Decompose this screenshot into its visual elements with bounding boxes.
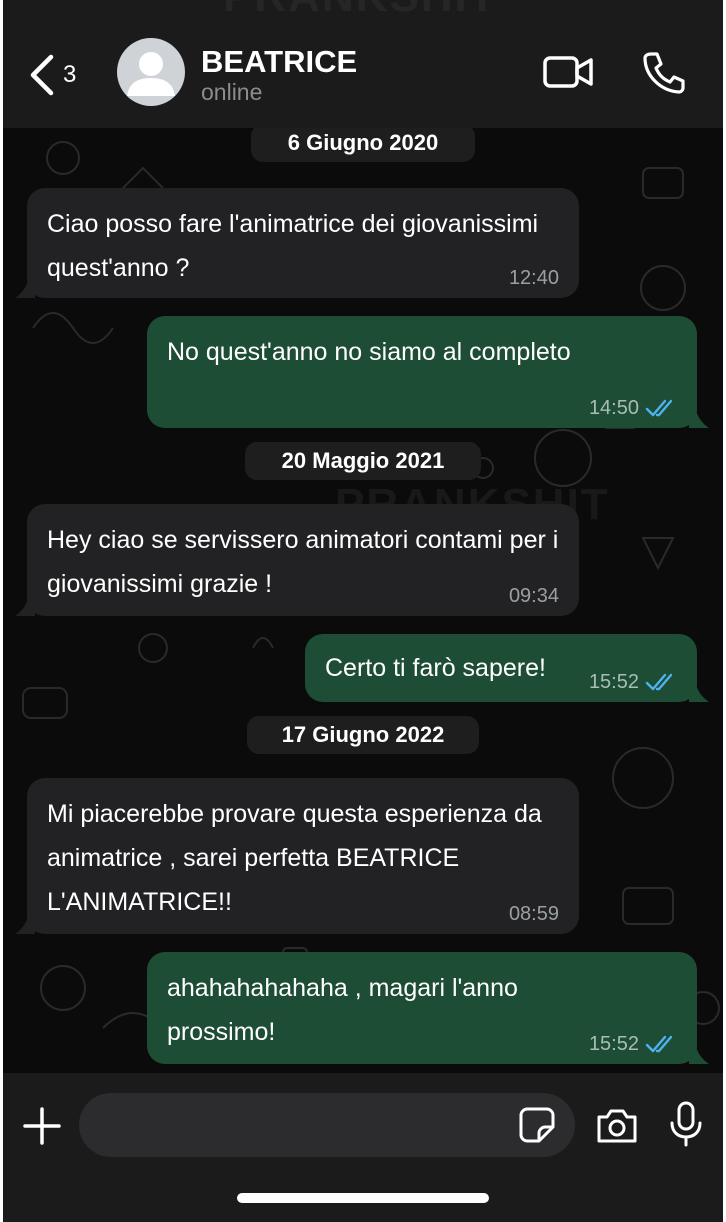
message-time: 15:52 <box>588 671 639 693</box>
unread-count: 3 <box>63 61 77 88</box>
back-button[interactable]: 3 <box>27 50 97 100</box>
incoming-message[interactable]: Mi piacerebbe provare questa esperienza … <box>15 778 579 934</box>
video-call-icon[interactable] <box>543 52 595 92</box>
contact-status: online <box>201 79 263 105</box>
outgoing-message[interactable]: Certo ti farò sapere! 15:52 <box>305 634 709 702</box>
contact-name[interactable]: BEATRICE <box>201 44 357 80</box>
message-time: 15:52 <box>588 1033 639 1055</box>
message-time: 12:40 <box>508 267 559 289</box>
double-check-icon <box>645 1035 673 1053</box>
message-time: 14:50 <box>588 397 639 419</box>
message-time: 08:59 <box>508 903 559 925</box>
sticker-icon[interactable] <box>519 1107 555 1143</box>
message-input[interactable] <box>79 1093 575 1157</box>
chat-header: PRANKSHIT 3 BEATRICE online <box>3 0 723 128</box>
home-indicator[interactable] <box>237 1193 489 1203</box>
message-list[interactable]: PRANKSHIT 6 Giugno 2020 Ciao posso fare … <box>3 128 723 1073</box>
message-text: Certo ti farò sapere! <box>325 654 546 682</box>
watermark: PRANKSHIT <box>223 0 498 22</box>
date-separator: 17 Giugno 2022 <box>247 716 479 754</box>
message-text: Hey ciao se servissero animatori contami… <box>47 526 559 598</box>
camera-icon[interactable] <box>595 1107 639 1145</box>
message-text: ahahahahahaha , magari l'anno prossimo! <box>167 974 518 1046</box>
outgoing-message[interactable]: No quest'anno no siamo al completo 14:50 <box>147 316 709 428</box>
message-time: 09:34 <box>508 585 559 607</box>
chevron-left-icon <box>30 54 54 96</box>
double-check-icon <box>645 673 673 691</box>
phone-icon[interactable] <box>641 50 685 94</box>
incoming-message[interactable]: Ciao posso fare l'animatrice dei giovani… <box>15 188 579 298</box>
message-text: Ciao posso fare l'animatrice dei giovani… <box>47 210 539 282</box>
plus-icon[interactable] <box>21 1105 63 1147</box>
microphone-icon[interactable] <box>669 1101 703 1147</box>
double-check-icon <box>645 399 673 417</box>
message-text: Mi piacerebbe provare questa esperienza … <box>47 800 542 916</box>
chat-screen: PRANKSHIT 3 BEATRICE online <box>3 0 723 1222</box>
incoming-message[interactable]: Hey ciao se servissero animatori contami… <box>15 504 579 616</box>
date-separator: 6 Giugno 2020 <box>251 128 475 162</box>
message-text: No quest'anno no siamo al completo <box>167 338 571 366</box>
date-separator: 20 Maggio 2021 <box>245 442 481 480</box>
avatar-icon <box>127 52 175 96</box>
avatar[interactable] <box>117 38 185 106</box>
composer-bar <box>3 1073 723 1222</box>
outgoing-message[interactable]: ahahahahahaha , magari l'anno prossimo! … <box>147 952 709 1064</box>
